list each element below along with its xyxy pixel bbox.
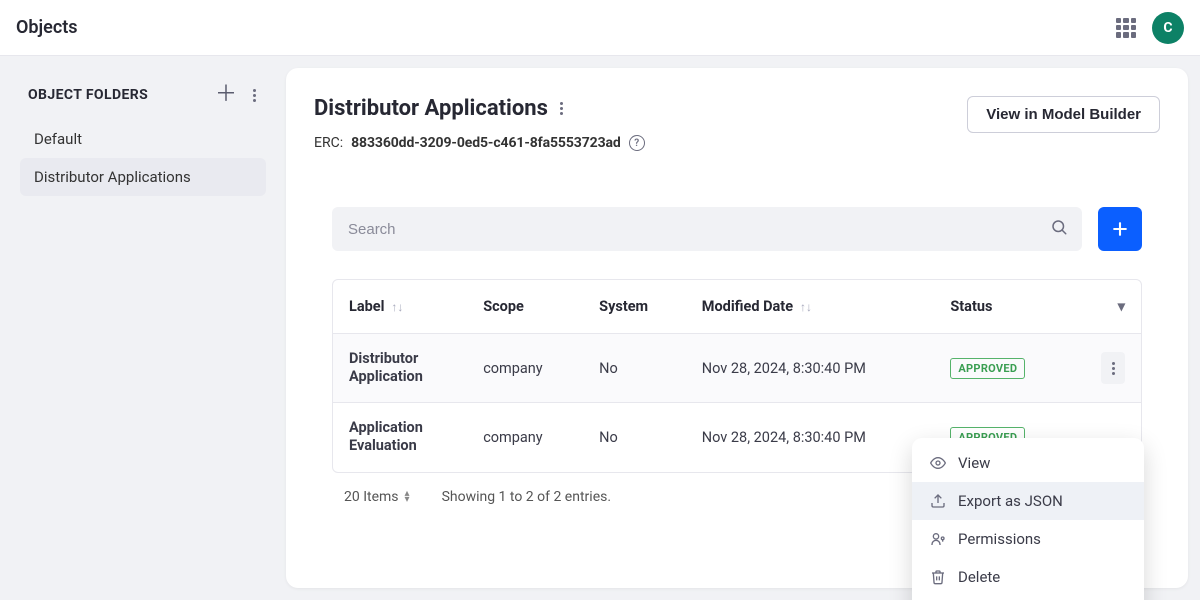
toolbar (314, 207, 1160, 251)
row-actions-menu: View Export as JSON Permissions Delete Move (912, 438, 1144, 600)
cell-modified: Nov 28, 2024, 8:30:40 PM (686, 334, 935, 403)
col-system[interactable]: System (583, 280, 686, 334)
eye-icon (930, 455, 946, 471)
menu-item-delete[interactable]: Delete (912, 558, 1144, 596)
apps-grid-icon[interactable] (1116, 18, 1136, 38)
col-status[interactable]: Status (934, 280, 1070, 334)
erc-row: ERC: 883360dd-3209-0ed5-c461-8fa5553723a… (314, 135, 645, 151)
folder-item[interactable]: Default (20, 120, 266, 158)
export-icon (930, 493, 946, 509)
folder-list: DefaultDistributor Applications (20, 120, 266, 196)
search-wrap (332, 207, 1082, 251)
erc-label: ERC: (314, 135, 343, 151)
entries-summary: Showing 1 to 2 of 2 entries. (442, 489, 611, 505)
menu-label: View (958, 454, 990, 472)
menu-item-export-as-json[interactable]: Export as JSON (912, 482, 1144, 520)
col-modified[interactable]: Modified Date ↑↓ (686, 280, 935, 334)
sidebar-header: OBJECT FOLDERS ＋ (20, 80, 266, 120)
view-model-builder-button[interactable]: View in Model Builder (967, 96, 1160, 133)
menu-item-permissions[interactable]: Permissions (912, 520, 1144, 558)
row-more-button[interactable] (1101, 352, 1125, 384)
app-title: Objects (16, 17, 78, 38)
page-header-left: Distributor Applications ERC: 883360dd-3… (314, 96, 645, 151)
main-panel: Distributor Applications ERC: 883360dd-3… (286, 68, 1188, 588)
menu-item-view[interactable]: View (912, 444, 1144, 482)
menu-label: Export as JSON (958, 492, 1063, 510)
cell-system: No (583, 334, 686, 403)
sidebar-more-icon[interactable] (251, 87, 258, 104)
kebab-icon (1110, 360, 1117, 377)
topbar-actions: C (1116, 12, 1184, 44)
sidebar-title: OBJECT FOLDERS (28, 87, 148, 103)
menu-label: Delete (958, 568, 1000, 586)
search-input[interactable] (332, 207, 1082, 251)
caret-down-icon: ▾ (1118, 298, 1125, 315)
add-folder-icon[interactable]: ＋ (215, 84, 237, 106)
user-avatar[interactable]: C (1152, 12, 1184, 44)
cell-system: No (583, 403, 686, 472)
col-scope[interactable]: Scope (467, 280, 583, 334)
status-badge: APPROVED (950, 358, 1025, 379)
topbar: Objects C (0, 0, 1200, 56)
cell-modified: Nov 28, 2024, 8:30:40 PM (686, 403, 935, 472)
trash-icon (930, 569, 946, 585)
page-title-more-icon[interactable] (558, 100, 565, 117)
cell-actions (1070, 334, 1141, 403)
page-size-selector[interactable]: 20 Items ▴▾ (344, 489, 410, 505)
caret-updown-icon: ▴▾ (405, 491, 410, 503)
sidebar-actions: ＋ (215, 84, 258, 106)
perm-icon (930, 531, 946, 547)
cell-label: DistributorApplication (333, 334, 467, 403)
search-icon[interactable] (1050, 218, 1068, 240)
page-title: Distributor Applications (314, 96, 548, 121)
erc-value: 883360dd-3209-0ed5-c461-8fa5553723ad (351, 135, 621, 151)
menu-label: Permissions (958, 530, 1041, 548)
workspace: OBJECT FOLDERS ＋ DefaultDistributor Appl… (0, 56, 1200, 600)
add-object-button[interactable] (1098, 207, 1142, 251)
col-label[interactable]: Label ↑↓ (333, 280, 467, 334)
cell-scope: company (467, 403, 583, 472)
table-row[interactable]: DistributorApplicationcompanyNoNov 28, 2… (333, 334, 1141, 403)
cell-status: APPROVED (934, 334, 1070, 403)
sort-icon: ↑↓ (388, 300, 403, 314)
page-header: Distributor Applications ERC: 883360dd-3… (314, 96, 1160, 151)
cell-scope: company (467, 334, 583, 403)
cell-label: ApplicationEvaluation (333, 403, 467, 472)
sort-icon: ↑↓ (797, 300, 812, 314)
folder-item[interactable]: Distributor Applications (20, 158, 266, 196)
menu-item-move[interactable]: Move (912, 596, 1144, 600)
col-actions[interactable]: ▾ (1070, 280, 1141, 334)
sidebar: OBJECT FOLDERS ＋ DefaultDistributor Appl… (12, 68, 274, 588)
info-icon[interactable]: ? (629, 135, 645, 151)
